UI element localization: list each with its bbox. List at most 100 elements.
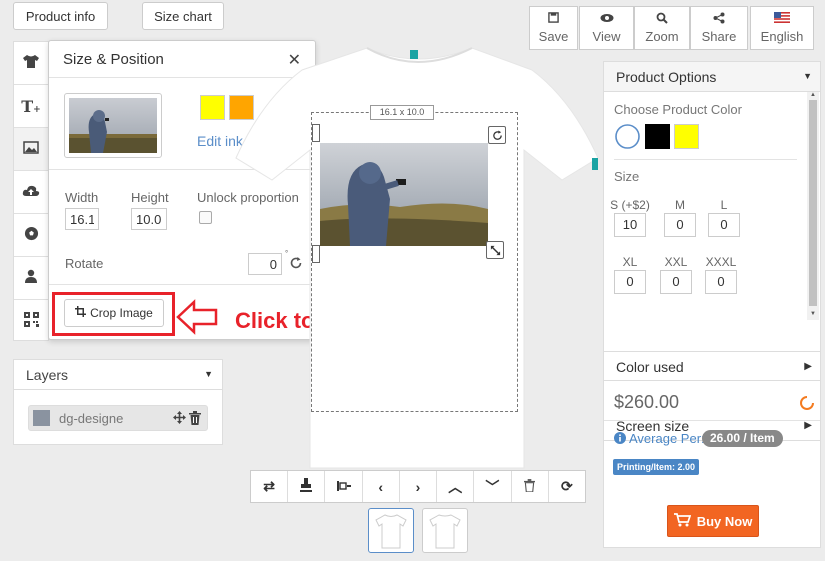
eye-icon	[600, 12, 614, 26]
handle-left-bottom[interactable]	[312, 245, 320, 263]
qty-xxl[interactable]: 0	[660, 270, 692, 294]
qty-l[interactable]: 0	[708, 213, 740, 237]
move-up-button[interactable]: ︿	[437, 471, 475, 502]
size-badge: 16.1 x 10.0	[370, 105, 434, 120]
tshirt-icon	[22, 54, 40, 73]
scrollbar-thumb[interactable]	[809, 100, 817, 306]
flip-button[interactable]: ⇄	[251, 471, 289, 502]
unlock-proportion-checkbox[interactable]	[199, 211, 212, 224]
caret-right-icon: ▶	[804, 361, 812, 372]
color-black[interactable]	[645, 124, 670, 149]
object-toolbar: ⇄ ‹ › ︿ ﹀ ⟳	[250, 470, 586, 503]
size-label-xl: XL	[622, 255, 638, 269]
color-white[interactable]	[615, 124, 640, 149]
scroll-down-icon[interactable]: ▼	[810, 311, 816, 317]
height-input[interactable]	[131, 208, 167, 230]
layer-thumbnail	[33, 410, 50, 426]
size-label-s: S (+$2)	[610, 198, 650, 212]
handle-left-top[interactable]	[312, 124, 320, 142]
tool-clipart[interactable]	[14, 214, 48, 257]
rotate-handle-icon[interactable]	[488, 126, 506, 144]
size-chart-button[interactable]: Size chart	[142, 2, 224, 30]
divider	[604, 420, 820, 421]
chevron-down-icon: ﹀	[485, 478, 500, 495]
size-title: Size	[614, 169, 640, 184]
buy-now-button[interactable]: Buy Now	[667, 505, 759, 537]
trash-icon[interactable]	[189, 411, 201, 428]
tool-text[interactable]: T+	[14, 85, 48, 128]
color-used-header[interactable]: Color used ▶	[604, 351, 820, 381]
average-badge: 26.00 / Item	[702, 430, 783, 447]
tool-product[interactable]	[14, 42, 48, 85]
trash-icon	[524, 478, 536, 495]
qty-xl[interactable]: 0	[614, 270, 646, 294]
layers-panel: Layers ▼ dg-designe	[13, 359, 223, 445]
chevron-right-icon: ›	[415, 478, 421, 495]
scroll-up-icon[interactable]: ▲	[810, 92, 816, 98]
product-info-button[interactable]: Product info	[13, 2, 108, 30]
product-panel: Product Options ▼ Choose Product Color S…	[603, 61, 821, 548]
tool-upload[interactable]	[14, 171, 48, 214]
ink-color-yellow[interactable]	[200, 95, 225, 120]
loading-spinner-icon	[799, 395, 815, 414]
layers-header[interactable]: Layers ▼	[14, 360, 222, 390]
tool-image[interactable]	[14, 128, 48, 171]
product-options-header[interactable]: Product Options ▼	[604, 62, 820, 92]
caret-down-icon: ▼	[204, 369, 213, 379]
chevron-up-icon: ︿	[448, 478, 463, 495]
qty-m[interactable]: 0	[664, 213, 696, 237]
choose-color-label: Choose Product Color	[614, 102, 742, 117]
front-view-thumb[interactable]	[368, 508, 414, 553]
qty-xxxl[interactable]: 0	[705, 270, 737, 294]
height-label: Height	[131, 190, 169, 205]
image-icon	[23, 140, 39, 158]
caret-right-icon: ▶	[804, 420, 812, 431]
tool-team[interactable]	[14, 257, 48, 300]
user-icon	[24, 269, 38, 287]
divider	[614, 159, 797, 160]
us-flag-icon	[774, 12, 790, 26]
design-image[interactable]	[320, 143, 488, 246]
popup-title: Size & Position	[63, 51, 164, 68]
move-right-button[interactable]: ›	[400, 471, 438, 502]
price: $260.00	[614, 392, 680, 412]
swap-icon: ⇄	[263, 478, 275, 494]
share-icon	[713, 12, 725, 26]
product-canvas: 16.1 x 10.0	[232, 40, 602, 470]
move-down-button[interactable]: ﹀	[474, 471, 512, 502]
size-label-xxxl: XXXL	[705, 255, 737, 269]
size-label-m: M	[675, 198, 685, 212]
back-view-thumb[interactable]	[422, 508, 468, 553]
color-yellow[interactable]	[674, 124, 699, 149]
text-icon: T+	[21, 96, 41, 116]
size-label-xxl: XXL	[664, 255, 688, 269]
share-button[interactable]: Share	[690, 6, 748, 50]
align-middle-button[interactable]	[325, 471, 363, 502]
align-icon	[336, 479, 351, 495]
cart-icon	[673, 512, 691, 530]
search-icon	[656, 12, 668, 26]
width-input[interactable]	[65, 208, 99, 230]
rotate-label: Rotate	[65, 256, 104, 271]
chevron-left-icon: ‹	[378, 478, 384, 495]
refresh-icon: ⟳	[560, 478, 573, 494]
info-icon	[614, 432, 626, 447]
options-scrollbar[interactable]: ▲ ▼	[807, 92, 819, 320]
reset-button[interactable]: ⟳	[549, 471, 585, 502]
qty-s[interactable]: 10	[614, 213, 646, 237]
average-label: Average Per:	[629, 431, 705, 446]
align-center-button[interactable]	[288, 471, 326, 502]
design-tools-sidebar: T+	[13, 41, 49, 341]
size-label-l: L	[720, 198, 728, 212]
upload-cloud-icon	[22, 184, 40, 201]
tool-qrcode[interactable]	[14, 300, 48, 343]
layer-item[interactable]: dg-designe	[28, 405, 208, 431]
move-icon[interactable]	[173, 411, 186, 427]
language-button[interactable]: English	[750, 6, 814, 50]
zoom-button[interactable]: Zoom	[634, 6, 690, 50]
image-thumbnail	[64, 93, 162, 158]
delete-button[interactable]	[512, 471, 549, 502]
layer-name: dg-designe	[59, 411, 124, 426]
resize-handle-icon[interactable]	[486, 241, 504, 259]
move-left-button[interactable]: ‹	[363, 471, 400, 502]
